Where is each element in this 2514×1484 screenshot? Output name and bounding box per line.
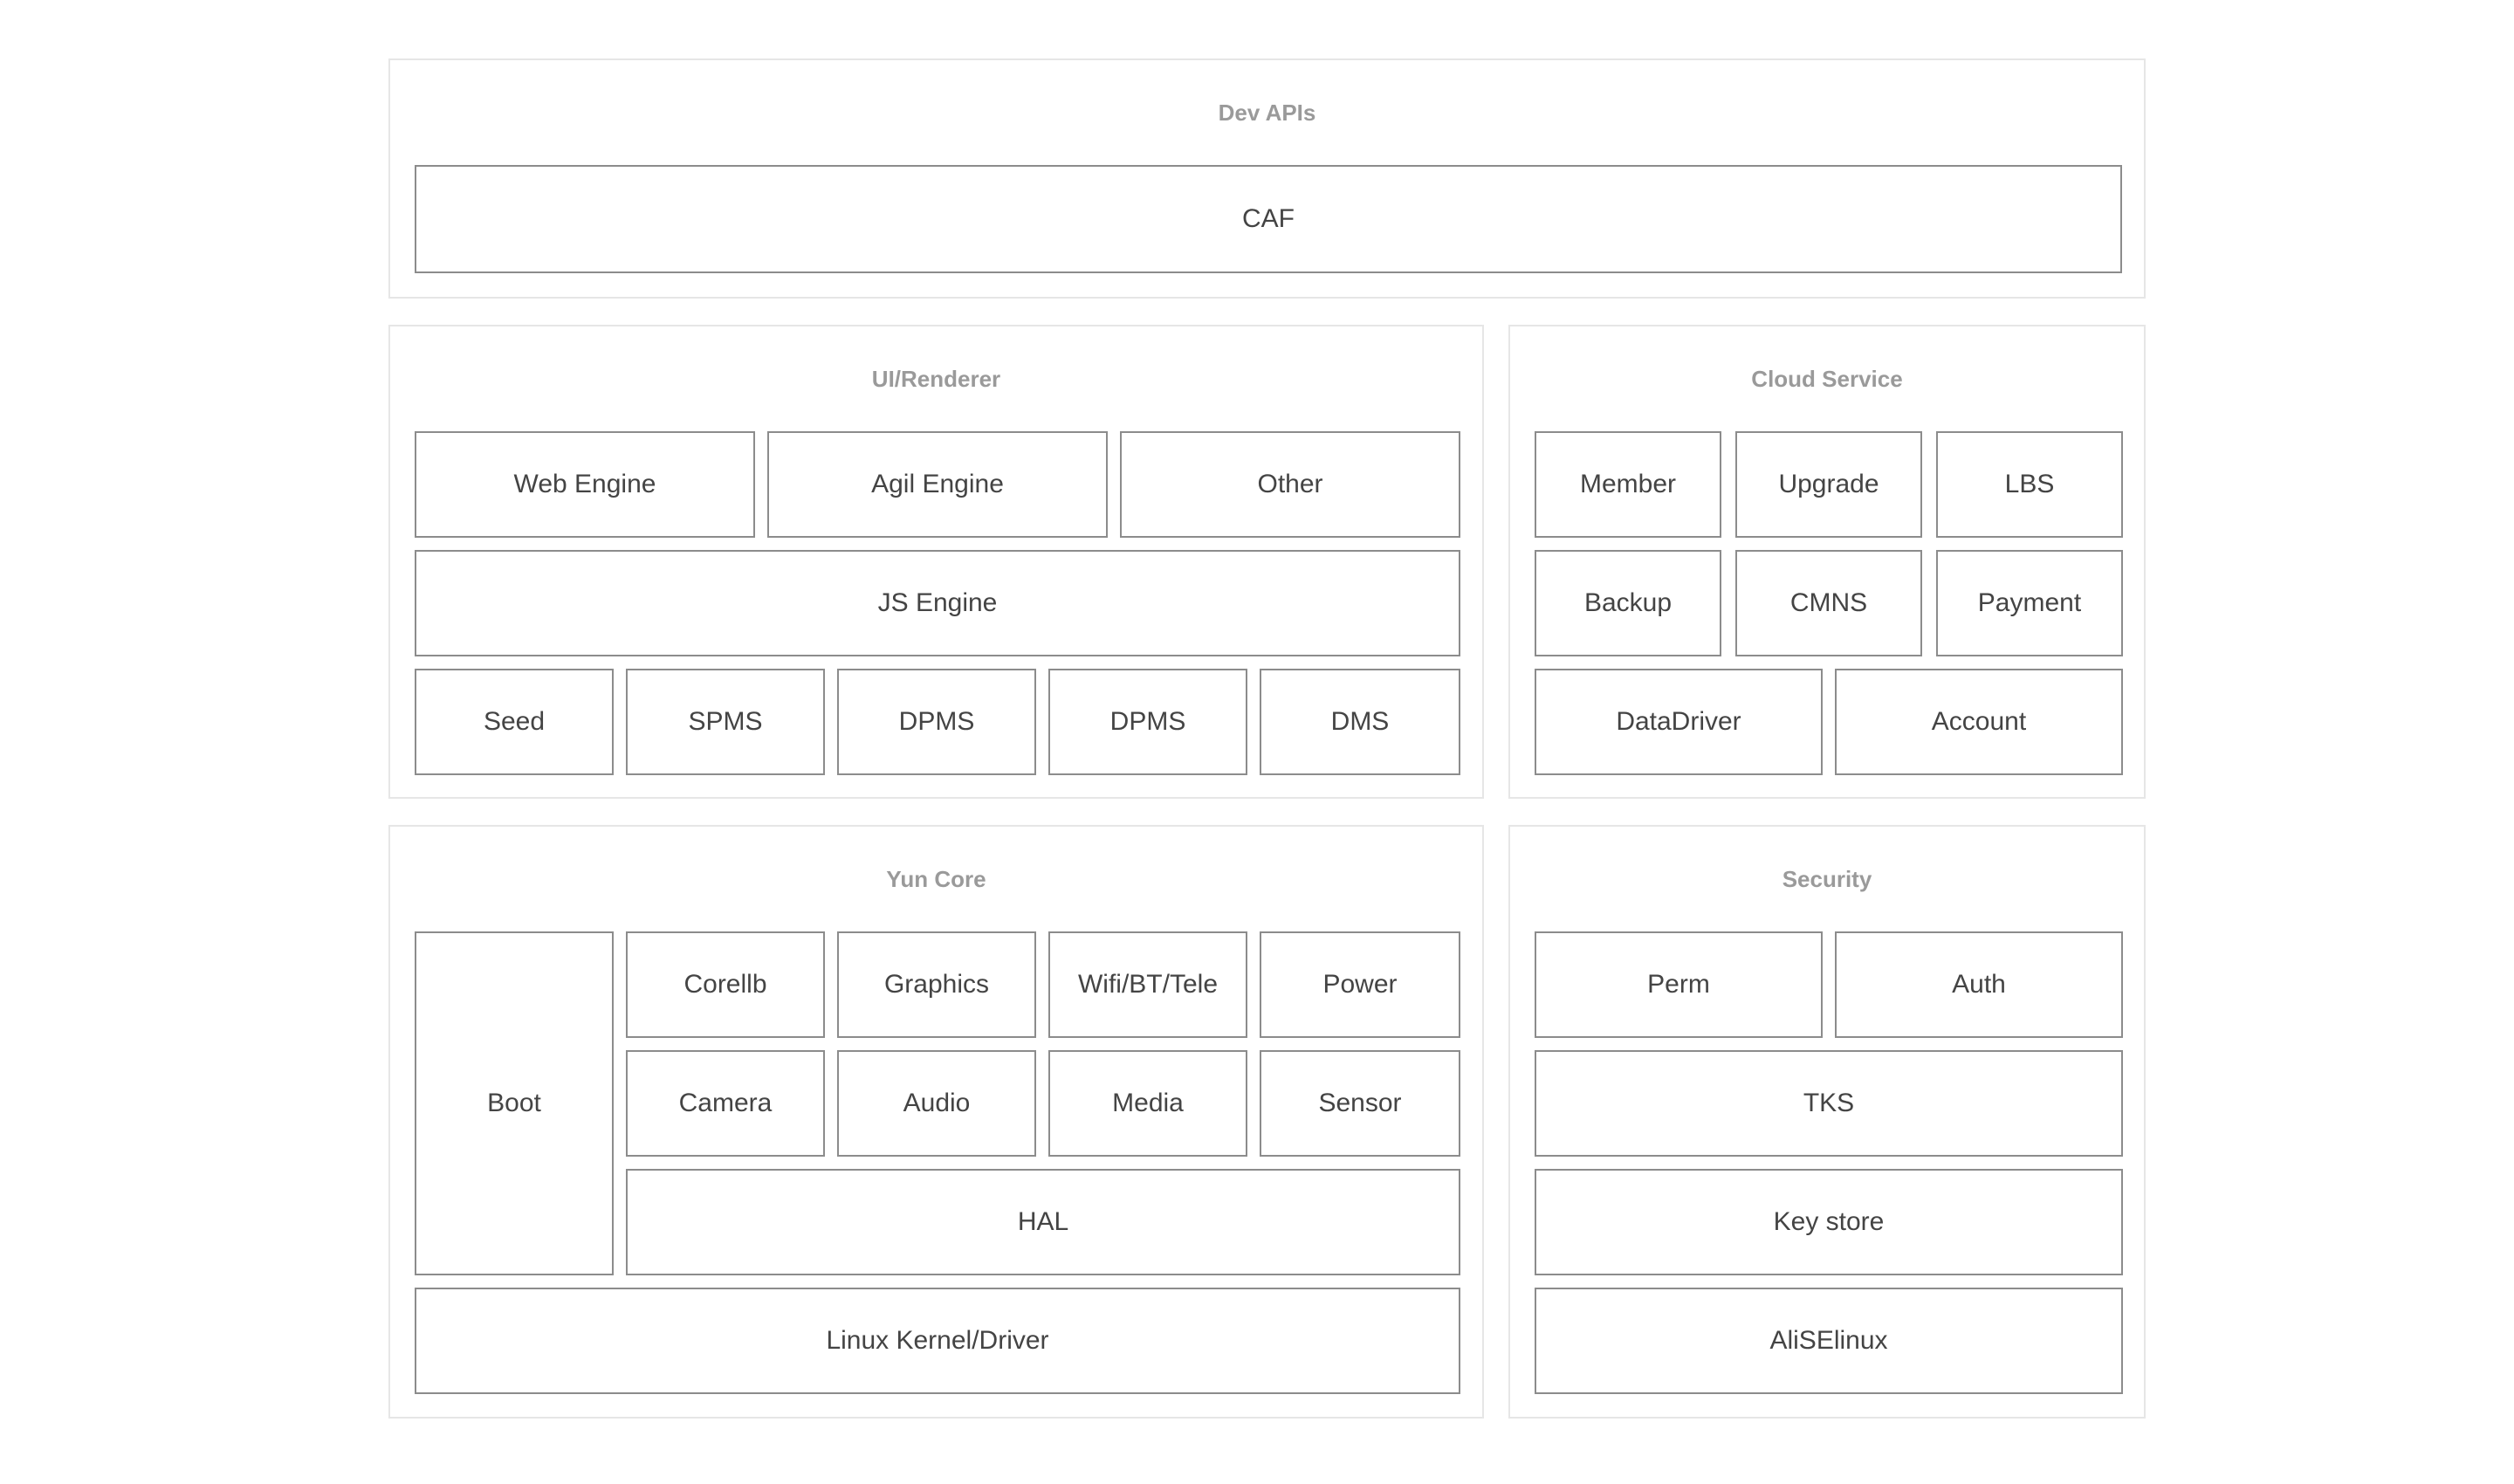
- aliselinux-box: AliSElinux: [1535, 1288, 2123, 1394]
- ui-renderer-group: UI/Renderer Web Engine Agil Engine Other…: [388, 325, 1484, 799]
- graphics-box: Graphics: [837, 931, 1036, 1038]
- media-box: Media: [1048, 1050, 1247, 1157]
- security-group: Security Perm Auth TKS Key store AliSEli…: [1508, 825, 2146, 1419]
- payment-box: Payment: [1936, 550, 2123, 656]
- lbs-box: LBS: [1936, 431, 2123, 538]
- sensor-box: Sensor: [1260, 1050, 1460, 1157]
- web-engine-box: Web Engine: [415, 431, 755, 538]
- yun-core-group: Yun Core Boot Corellb Graphics Wifi/BT/T…: [388, 825, 1484, 1419]
- perm-box: Perm: [1535, 931, 1823, 1038]
- ui-renderer-title: UI/Renderer: [871, 366, 1001, 392]
- audio-box: Audio: [837, 1050, 1036, 1157]
- backup-box: Backup: [1535, 550, 1721, 656]
- cmns-box: CMNS: [1735, 550, 1922, 656]
- dev-apis-title: Dev APIs: [1218, 100, 1316, 126]
- other-box: Other: [1120, 431, 1460, 538]
- security-title: Security: [1782, 866, 1872, 892]
- datadriver-box: DataDriver: [1535, 669, 1823, 775]
- auth-box: Auth: [1835, 931, 2123, 1038]
- cloud-service-title: Cloud Service: [1751, 366, 1903, 392]
- power-box: Power: [1260, 931, 1460, 1038]
- key-store-box: Key store: [1535, 1169, 2123, 1275]
- agil-engine-box: Agil Engine: [767, 431, 1108, 538]
- boot-box: Boot: [415, 931, 614, 1275]
- tks-box: TKS: [1535, 1050, 2123, 1157]
- dpms-box-1: DPMS: [837, 669, 1036, 775]
- hal-box: HAL: [626, 1169, 1460, 1275]
- camera-box: Camera: [626, 1050, 825, 1157]
- dev-apis-group: Dev APIs CAF: [388, 58, 2146, 299]
- corelib-box: Corellb: [626, 931, 825, 1038]
- seed-box: Seed: [415, 669, 614, 775]
- account-box: Account: [1835, 669, 2123, 775]
- cloud-service-group: Cloud Service Member Upgrade LBS Backup …: [1508, 325, 2146, 799]
- upgrade-box: Upgrade: [1735, 431, 1922, 538]
- caf-box: CAF: [415, 165, 2122, 273]
- dms-box: DMS: [1260, 669, 1460, 775]
- dpms-box-2: DPMS: [1048, 669, 1247, 775]
- member-box: Member: [1535, 431, 1721, 538]
- yun-core-title: Yun Core: [886, 866, 986, 892]
- js-engine-box: JS Engine: [415, 550, 1460, 656]
- spms-box: SPMS: [626, 669, 825, 775]
- linux-kernel-driver-box: Linux Kernel/Driver: [415, 1288, 1460, 1394]
- wifi-bt-tele-box: Wifi/BT/Tele: [1048, 931, 1247, 1038]
